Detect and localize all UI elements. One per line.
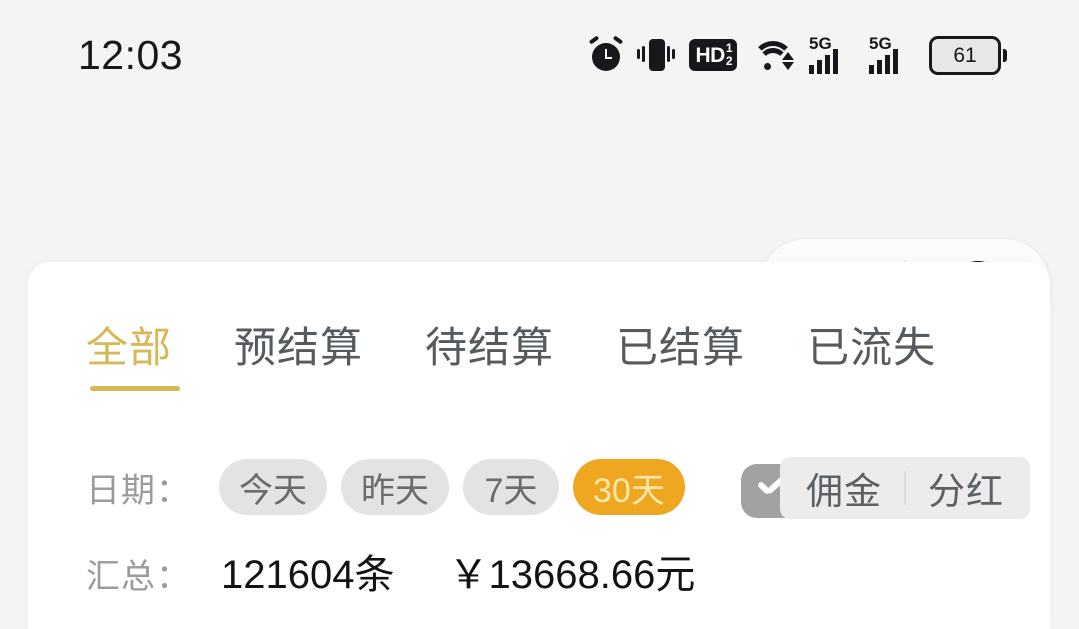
battery-level-label: 61 bbox=[953, 43, 977, 67]
alarm-icon bbox=[589, 35, 624, 73]
status-tab-bar: 全部 预结算 待结算 已结算 已流失 bbox=[86, 314, 996, 397]
date-chip-today-label: 今天 bbox=[239, 471, 307, 510]
tab-all-label: 全部 bbox=[86, 324, 173, 371]
signal-5g-sim2-icon: 5G bbox=[869, 35, 915, 74]
income-type-commission[interactable]: 佣金 bbox=[784, 461, 904, 515]
status-time: 12:03 bbox=[78, 31, 184, 78]
date-chip-7days-label: 7天 bbox=[484, 471, 538, 510]
signal-5g-sim1-icon: 5G bbox=[809, 35, 855, 74]
income-type-toggle: 佣金 分红 bbox=[780, 457, 1030, 519]
summary-amount: ￥13668.66元 bbox=[448, 553, 696, 597]
tab-settled-label: 已结算 bbox=[616, 324, 746, 371]
date-chip-30days[interactable]: 30天 bbox=[573, 459, 685, 515]
summary-row: 汇总： 121604条 ￥13668.66元 bbox=[86, 542, 695, 600]
content-card: 全部 预结算 待结算 已结算 已流失 日期： 今天 昨天 7天 30天 佣金 分… bbox=[28, 262, 1050, 629]
income-type-dividend[interactable]: 分红 bbox=[906, 461, 1026, 515]
phone-screen: 12:03 HD 1 2 5G 5G 61 全部 预结算 待结算 已结算 已流失… bbox=[0, 0, 1079, 629]
date-chip-yesterday[interactable]: 昨天 bbox=[341, 459, 449, 515]
date-filter-label: 日期： bbox=[86, 471, 191, 510]
status-bar: 12:03 HD 1 2 5G 5G 61 bbox=[0, 0, 1079, 110]
tab-pending-settlement[interactable]: 待结算 bbox=[425, 314, 554, 397]
tab-settled[interactable]: 已结算 bbox=[616, 314, 745, 397]
nav-bar: 佣金记录 bbox=[0, 110, 1079, 334]
tab-lost-label: 已流失 bbox=[807, 324, 937, 371]
summary-count: 121604条 bbox=[221, 553, 395, 597]
tab-pending-settlement-label: 待结算 bbox=[425, 324, 555, 371]
date-chip-7days[interactable]: 7天 bbox=[463, 459, 559, 515]
tab-pre-settlement-label: 预结算 bbox=[234, 324, 364, 371]
date-chip-yesterday-label: 昨天 bbox=[361, 471, 429, 510]
date-chip-30days-label: 30天 bbox=[593, 471, 665, 510]
wifi-icon bbox=[751, 37, 795, 73]
hd-volte-icon: HD 1 2 bbox=[689, 39, 737, 71]
hd-denominator: 2 bbox=[725, 54, 733, 68]
tab-active-indicator bbox=[90, 386, 180, 391]
hd-fraction: 1 2 bbox=[725, 42, 733, 68]
tab-all[interactable]: 全部 bbox=[86, 314, 180, 397]
hd-label: HD bbox=[695, 43, 725, 67]
date-filter-row: 日期： 今天 昨天 7天 30天 佣金 分红 bbox=[86, 452, 1054, 522]
summary-label: 汇总： bbox=[86, 558, 191, 596]
date-chip-today[interactable]: 今天 bbox=[219, 459, 327, 515]
battery-icon: 61 bbox=[929, 35, 1007, 75]
vibrate-icon bbox=[637, 37, 676, 73]
tab-pre-settlement[interactable]: 预结算 bbox=[234, 314, 363, 397]
tab-lost[interactable]: 已流失 bbox=[807, 314, 936, 397]
date-chip-group: 今天 昨天 7天 30天 bbox=[219, 459, 685, 515]
status-icon-group: HD 1 2 5G 5G 61 bbox=[589, 35, 1007, 75]
